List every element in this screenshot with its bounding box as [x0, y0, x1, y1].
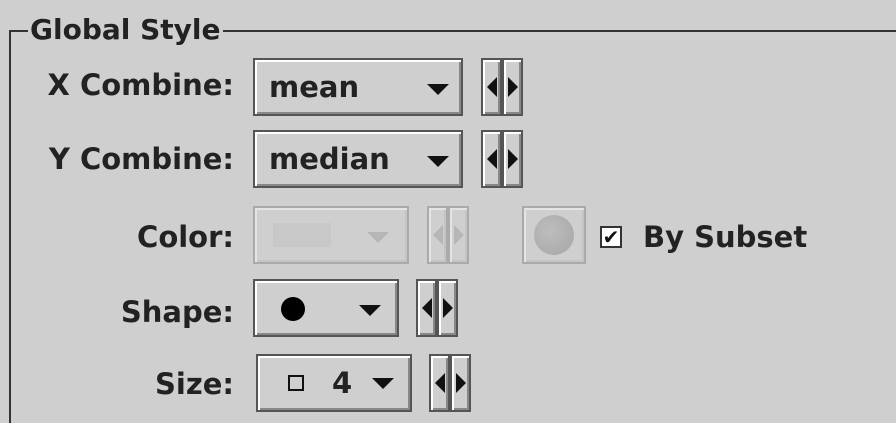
shape-next-button[interactable]: [437, 279, 458, 337]
color-circle-icon: [534, 215, 574, 255]
color-swatch: [273, 223, 331, 247]
size-prev-button[interactable]: [429, 354, 450, 412]
y-combine-next-button[interactable]: [502, 130, 523, 188]
chevron-down-icon: [427, 84, 449, 95]
group-title: Global Style: [28, 13, 223, 47]
chevron-down-icon: [427, 156, 449, 167]
color-prev-button[interactable]: [427, 206, 448, 264]
color-chooser-button[interactable]: [522, 206, 586, 264]
arrow-left-icon: [421, 298, 432, 318]
x-combine-next-button[interactable]: [502, 58, 523, 116]
x-combine-value: mean: [269, 70, 360, 104]
chevron-down-icon: [367, 232, 389, 243]
shape-select[interactable]: [253, 279, 399, 337]
arrow-left-icon: [432, 225, 443, 245]
by-subset-label: By Subset: [643, 220, 808, 254]
x-combine-stepper[interactable]: [481, 58, 523, 116]
y-combine-select[interactable]: median: [253, 130, 463, 188]
arrow-right-icon: [442, 298, 453, 318]
arrow-right-icon: [455, 373, 466, 393]
color-label: Color:: [137, 220, 234, 254]
arrow-right-icon: [453, 225, 464, 245]
size-stepper[interactable]: [429, 354, 471, 412]
size-label: Size:: [155, 367, 234, 401]
group-border-left: [9, 30, 11, 423]
shape-prev-button[interactable]: [416, 279, 437, 337]
arrow-right-icon: [507, 77, 518, 97]
filled-circle-icon: [281, 297, 305, 321]
y-combine-prev-button[interactable]: [481, 130, 502, 188]
arrow-left-icon: [486, 77, 497, 97]
arrow-right-icon: [507, 149, 518, 169]
chevron-down-icon: [359, 305, 381, 316]
shape-label: Shape:: [120, 295, 234, 329]
y-combine-label: Y Combine:: [48, 142, 234, 176]
shape-stepper[interactable]: [416, 279, 458, 337]
chevron-down-icon: [372, 378, 394, 389]
y-combine-stepper[interactable]: [481, 130, 523, 188]
size-next-button[interactable]: [450, 354, 471, 412]
x-combine-select[interactable]: mean: [253, 58, 463, 116]
arrow-left-icon: [434, 373, 445, 393]
hollow-square-icon: [288, 375, 304, 391]
by-subset-checkbox[interactable]: ✔: [600, 226, 622, 248]
y-combine-value: median: [269, 142, 390, 176]
color-select[interactable]: [253, 206, 409, 264]
x-combine-prev-button[interactable]: [481, 58, 502, 116]
color-stepper[interactable]: [427, 206, 469, 264]
size-value: 4: [332, 366, 353, 400]
size-select[interactable]: 4: [256, 354, 412, 412]
color-next-button[interactable]: [448, 206, 469, 264]
x-combine-label: X Combine:: [47, 68, 235, 102]
arrow-left-icon: [486, 149, 497, 169]
